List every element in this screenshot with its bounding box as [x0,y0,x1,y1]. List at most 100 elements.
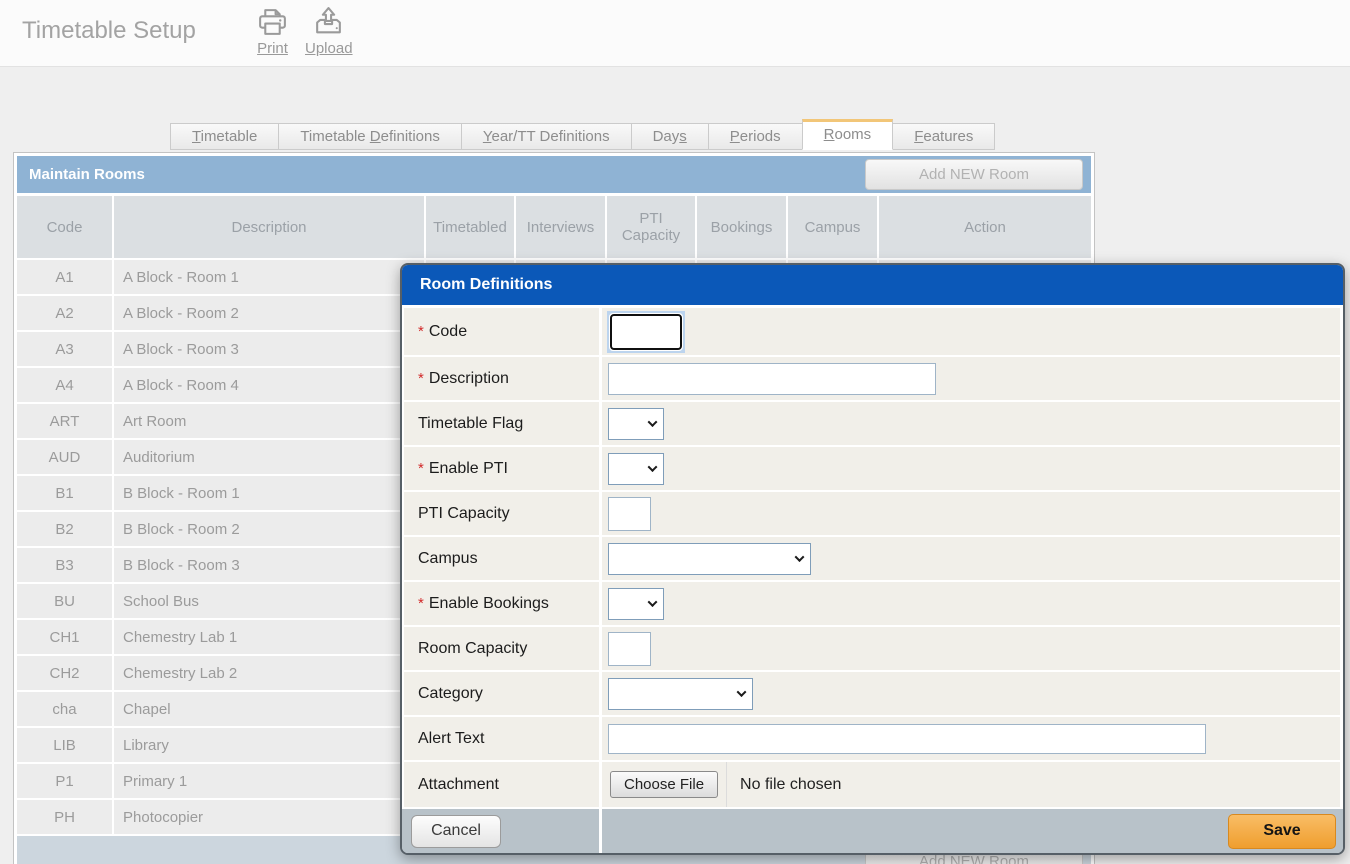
field-row-room-capacity: Room Capacity [404,627,1340,670]
field-row-campus: Campus [404,537,1340,580]
tab-timetable[interactable]: Timetable [170,123,279,150]
add-new-room-button[interactable]: Add NEW Room [865,159,1083,190]
tab-year-tt-definitions[interactable]: Year/TT Definitions [461,123,632,150]
room-description-cell: B Block - Room 1 [114,476,424,510]
alert-text-input[interactable] [608,724,1206,754]
field-label-room-capacity: Room Capacity [404,627,599,670]
tab-days[interactable]: Days [631,123,709,150]
tab-bar: TimetableTimetable DefinitionsYear/TT De… [170,119,994,150]
print-button[interactable]: Print [256,6,289,57]
field-label-description: *Description [404,357,599,400]
top-bar: Timetable Setup Print [0,0,1350,67]
field-control-cell [602,672,1340,715]
room-code-cell: A3 [17,332,112,366]
category-select[interactable] [608,678,753,710]
field-row-attachment: AttachmentChoose FileNo file chosen [404,762,1340,807]
modal-footer-left: Cancel [402,809,599,853]
code-input[interactable] [610,314,682,350]
field-row-enable-pti: *Enable PTI [404,447,1340,490]
upload-icon [312,6,345,39]
field-control-cell [602,308,1340,355]
page-title: Timetable Setup [22,17,196,45]
room-description-cell: Chapel [114,692,424,726]
room-code-cell: P1 [17,764,112,798]
modal-title: Room Definitions [402,265,1343,305]
panel-title: Maintain Rooms [29,166,145,183]
pti-capacity-input[interactable] [608,497,651,531]
column-header-timetabled: Timetabled [426,196,514,258]
column-header-bookings: Bookings [697,196,786,258]
tab-timetable-definitions[interactable]: Timetable Definitions [278,123,462,150]
room-description-cell: A Block - Room 2 [114,296,424,330]
timetable-flag-select[interactable] [608,408,664,440]
column-header-description: Description [114,196,424,258]
field-label-alert-text: Alert Text [404,717,599,760]
column-header-interviews: Interviews [516,196,605,258]
screen: Timetable Setup Print [0,0,1350,864]
room-description-cell: Library [114,728,424,762]
tab-periods[interactable]: Periods [708,123,803,150]
field-label-enable-pti: *Enable PTI [404,447,599,490]
chevron-down-icon [648,417,658,427]
divider [726,762,727,807]
room-code-cell: A2 [17,296,112,330]
room-description-cell: B Block - Room 3 [114,548,424,582]
room-code-cell: ART [17,404,112,438]
field-row-category: Category [404,672,1340,715]
modal-footer-right: Save [602,809,1343,853]
room-description-cell: A Block - Room 3 [114,332,424,366]
room-description-cell: Chemestry Lab 2 [114,656,424,690]
chevron-down-icon [648,597,658,607]
cancel-button[interactable]: Cancel [411,815,501,848]
column-header-code: Code [17,196,112,258]
enable-pti-select[interactable] [608,453,664,485]
tab-rooms[interactable]: Rooms [802,119,894,150]
field-control-cell: Choose FileNo file chosen [602,762,1340,807]
room-code-cell: AUD [17,440,112,474]
save-button[interactable]: Save [1228,814,1336,849]
field-row-alert-text: Alert Text [404,717,1340,760]
chevron-down-icon [648,462,658,472]
field-label-category: Category [404,672,599,715]
modal-footer: Cancel Save [402,809,1343,853]
printer-icon [256,6,289,39]
field-control-cell [602,492,1340,535]
room-code-cell: CH2 [17,656,112,690]
room-capacity-input[interactable] [608,632,651,666]
field-control-cell [602,402,1340,445]
room-description-cell: Photocopier [114,800,424,834]
room-code-cell: PH [17,800,112,834]
room-description-cell: Art Room [114,404,424,438]
field-control-cell [602,582,1340,625]
choose-file-button[interactable]: Choose File [610,771,718,798]
field-control-cell [602,627,1340,670]
room-description-cell: A Block - Room 1 [114,260,424,294]
field-row-description: *Description [404,357,1340,400]
room-description-cell: A Block - Room 4 [114,368,424,402]
enable-bookings-select[interactable] [608,588,664,620]
room-code-cell: A4 [17,368,112,402]
room-code-cell: B3 [17,548,112,582]
description-input[interactable] [608,363,936,395]
print-label: Print [257,40,288,57]
column-header-pti-capacity: PTI Capacity [607,196,695,258]
panel-header: Maintain Rooms Add NEW Room [17,156,1091,193]
field-label-code: *Code [404,308,599,355]
tab-features[interactable]: Features [892,123,995,150]
required-marker: * [418,370,424,387]
top-actions: Print Upload [256,6,353,57]
column-header-action: Action [879,196,1091,258]
field-row-enable-bookings: *Enable Bookings [404,582,1340,625]
campus-select[interactable] [608,543,811,575]
field-label-pti-capacity: PTI Capacity [404,492,599,535]
chevron-down-icon [737,687,747,697]
field-control-cell [602,537,1340,580]
field-label-enable-bookings: *Enable Bookings [404,582,599,625]
field-control-cell [602,447,1340,490]
room-code-cell: cha [17,692,112,726]
field-row-pti-capacity: PTI Capacity [404,492,1340,535]
upload-button[interactable]: Upload [305,6,353,57]
room-code-cell: BU [17,584,112,618]
field-control-cell [602,357,1340,400]
required-marker: * [418,460,424,477]
